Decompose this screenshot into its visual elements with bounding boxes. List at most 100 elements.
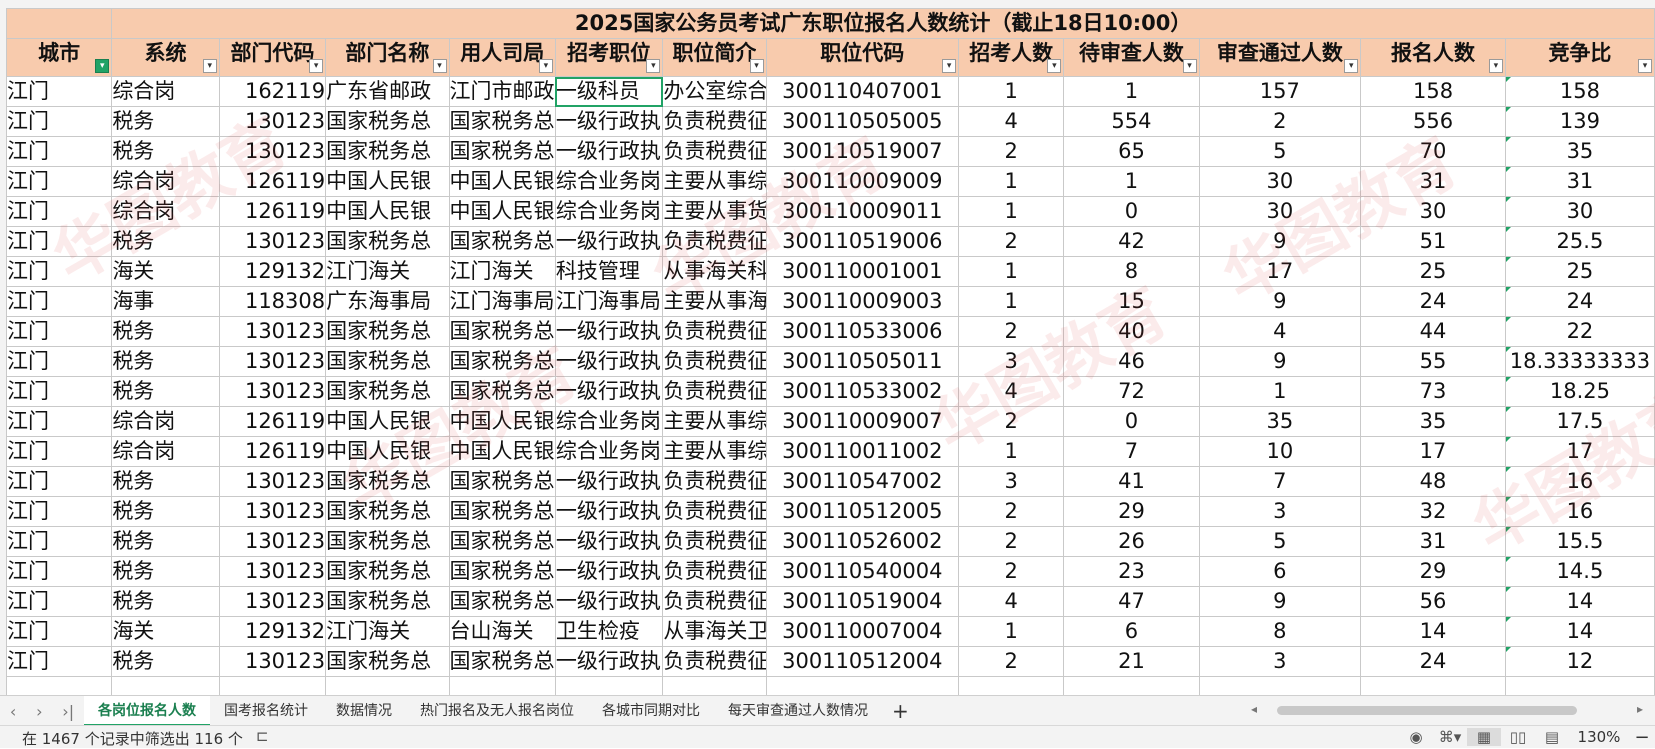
table-cell[interactable]: 118308: [218, 286, 327, 317]
settings-dropdown-icon[interactable]: ⌘▾: [1433, 728, 1467, 746]
table-cell[interactable]: 2: [958, 646, 1065, 677]
filter-dropdown-icon[interactable]: ▾: [202, 59, 217, 73]
table-cell[interactable]: 广东省邮政: [325, 76, 450, 107]
table-cell[interactable]: 17: [1360, 436, 1506, 467]
table-cell[interactable]: 129132: [218, 616, 327, 647]
filter-dropdown-icon[interactable]: ▾: [309, 59, 324, 73]
table-cell[interactable]: 江门海关: [325, 616, 450, 647]
table-cell[interactable]: 30: [1198, 166, 1362, 197]
table-cell[interactable]: 3: [958, 346, 1065, 377]
table-cell[interactable]: 税务: [111, 556, 220, 587]
table-cell[interactable]: 主要从事综: [662, 166, 767, 197]
table-cell[interactable]: 14: [1360, 616, 1506, 647]
table-cell[interactable]: 24: [1504, 286, 1655, 317]
table-cell[interactable]: 江门: [5, 616, 113, 647]
table-cell[interactable]: 2: [958, 556, 1065, 587]
table-cell[interactable]: 海关: [111, 616, 220, 647]
table-cell[interactable]: 300110540004: [765, 556, 960, 587]
table-cell[interactable]: 国家税务总: [325, 346, 450, 377]
sheet-tab[interactable]: 各城市同期对比: [588, 696, 714, 726]
table-cell[interactable]: 9: [1198, 286, 1362, 317]
table-cell[interactable]: 24: [1360, 646, 1506, 677]
table-cell[interactable]: 国家税务总: [325, 556, 450, 587]
table-cell[interactable]: 国家税务总: [325, 316, 450, 347]
table-cell[interactable]: 江门: [5, 436, 113, 467]
table-cell[interactable]: 2: [958, 316, 1065, 347]
table-cell[interactable]: 300110001001: [765, 256, 960, 287]
table-cell[interactable]: 一级科员: [554, 76, 664, 107]
table-cell[interactable]: 23: [1063, 556, 1200, 587]
table-cell[interactable]: 江门: [5, 76, 113, 107]
table-cell[interactable]: 1: [1063, 76, 1200, 107]
table-cell[interactable]: 130123: [218, 466, 327, 497]
table-cell[interactable]: 一级行政执: [554, 496, 664, 527]
table-cell[interactable]: 国家税务总: [448, 526, 556, 557]
filter-dropdown-icon[interactable]: ▾: [1488, 59, 1503, 73]
table-cell[interactable]: 300110505005: [765, 106, 960, 137]
table-cell[interactable]: 300110007004: [765, 616, 960, 647]
table-cell[interactable]: 1: [1198, 376, 1362, 407]
table-cell[interactable]: 300110009007: [765, 406, 960, 437]
table-cell[interactable]: 国家税务总: [325, 586, 450, 617]
column-header[interactable]: 职位代码 ▾: [765, 38, 960, 77]
table-cell[interactable]: 130123: [218, 496, 327, 527]
table-cell[interactable]: 300110533006: [765, 316, 960, 347]
table-cell[interactable]: 国家税务总: [448, 346, 556, 377]
table-cell[interactable]: 6: [1198, 556, 1362, 587]
table-cell[interactable]: 负责税费征: [662, 106, 767, 137]
add-sheet-button[interactable]: +: [882, 699, 919, 723]
next-sheet-icon[interactable]: ›: [36, 702, 42, 721]
table-cell[interactable]: 21: [1063, 646, 1200, 677]
filter-dropdown-icon[interactable]: ▾: [646, 59, 661, 73]
table-cell[interactable]: 国家税务总: [325, 136, 450, 167]
column-header[interactable]: 用人司局 ▾: [448, 38, 556, 77]
filter-dropdown-icon[interactable]: ▾: [432, 59, 447, 73]
column-header[interactable]: 职位简介 ▾: [662, 38, 767, 77]
table-cell[interactable]: 江门: [5, 286, 113, 317]
table-cell[interactable]: 300110533002: [765, 376, 960, 407]
table-cell[interactable]: 一级行政执: [554, 346, 664, 377]
table-cell[interactable]: 负责税费征: [662, 316, 767, 347]
table-cell[interactable]: 税务: [111, 346, 220, 377]
table-cell[interactable]: 江门: [5, 376, 113, 407]
sheet-tab[interactable]: 数据情况: [322, 696, 406, 726]
table-cell[interactable]: 16: [1504, 496, 1655, 527]
table-cell[interactable]: 130123: [218, 376, 327, 407]
table-cell[interactable]: 2: [958, 496, 1065, 527]
filter-dropdown-icon[interactable]: ▾: [1047, 59, 1062, 73]
column-header[interactable]: 待审查人数 ▾: [1063, 38, 1200, 77]
filter-dropdown-icon[interactable]: ▾: [1344, 59, 1359, 73]
table-cell[interactable]: 负责税费征: [662, 466, 767, 497]
table-cell[interactable]: 4: [958, 376, 1065, 407]
table-cell[interactable]: 47: [1063, 586, 1200, 617]
table-cell[interactable]: 31: [1504, 166, 1655, 197]
table-cell[interactable]: 55: [1360, 346, 1506, 377]
table-cell[interactable]: 9: [1198, 586, 1362, 617]
table-cell[interactable]: 7: [1198, 466, 1362, 497]
table-cell[interactable]: 126119: [218, 196, 327, 227]
table-cell[interactable]: 300110512004: [765, 646, 960, 677]
table-cell[interactable]: 158: [1504, 76, 1655, 107]
table-cell[interactable]: 25: [1360, 256, 1506, 287]
table-cell[interactable]: 广东海事局: [325, 286, 450, 317]
table-cell[interactable]: 300110009003: [765, 286, 960, 317]
table-cell[interactable]: 江门: [5, 106, 113, 137]
table-cell[interactable]: 2: [1198, 106, 1362, 137]
table-cell[interactable]: 8: [1063, 256, 1200, 287]
table-cell[interactable]: 税务: [111, 136, 220, 167]
prev-sheet-icon[interactable]: ‹: [10, 702, 16, 721]
table-cell[interactable]: 12: [1504, 646, 1655, 677]
column-header[interactable]: 招考职位 ▾: [554, 38, 664, 77]
column-header[interactable]: 部门代码 ▾: [218, 38, 327, 77]
table-cell[interactable]: 9: [1198, 226, 1362, 257]
table-cell[interactable]: 国家税务总: [325, 526, 450, 557]
table-cell[interactable]: 73: [1360, 376, 1506, 407]
table-cell[interactable]: 6: [1063, 616, 1200, 647]
table-cell[interactable]: 1: [958, 76, 1065, 107]
table-cell[interactable]: 9: [1198, 346, 1362, 377]
table-cell[interactable]: 负责税费征: [662, 586, 767, 617]
scroll-right-icon[interactable]: ▸: [1637, 702, 1643, 716]
table-cell[interactable]: 70: [1360, 136, 1506, 167]
table-cell[interactable]: 主要从事海: [662, 286, 767, 317]
table-cell[interactable]: 4: [958, 106, 1065, 137]
